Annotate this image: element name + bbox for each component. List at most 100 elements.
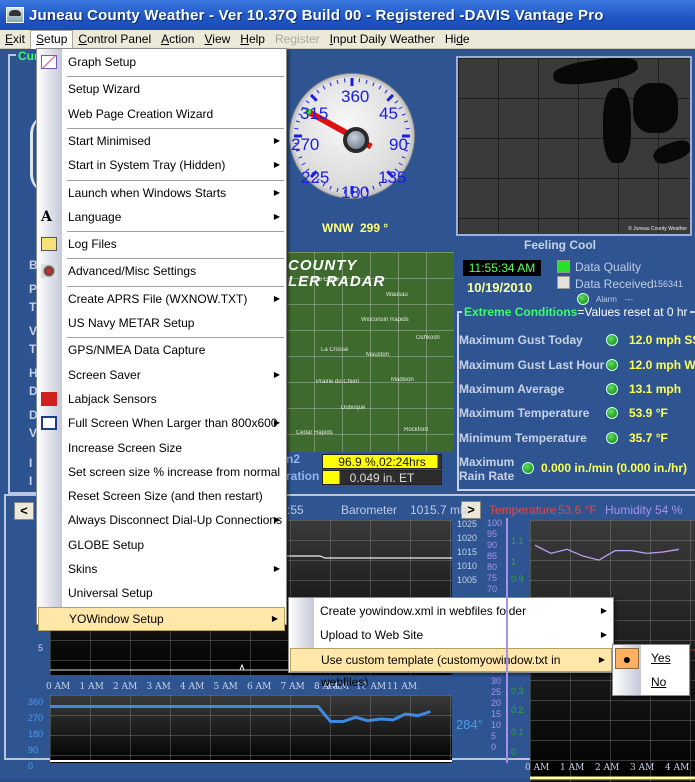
setup-menu-item-start-minimised[interactable]: Start Minimised ▶ bbox=[37, 130, 286, 154]
data-received-label: Data Received bbox=[575, 277, 654, 291]
x-axis-label: 3 AM bbox=[630, 763, 655, 773]
current-row-label: P bbox=[29, 282, 38, 296]
x-axis-label: 2 AM bbox=[595, 763, 620, 773]
bar-label-2: ration bbox=[286, 469, 320, 483]
compass-label: 45 bbox=[379, 104, 398, 123]
satellite-map[interactable]: © Juneau County Weather bbox=[456, 56, 692, 236]
menu-separator bbox=[67, 337, 284, 339]
menu-hide[interactable]: Hide bbox=[440, 30, 475, 49]
x-axis-label: 6 AM bbox=[247, 682, 272, 692]
graph-time: :55 bbox=[287, 503, 304, 517]
lake-huron bbox=[633, 83, 678, 133]
setup-menu-item-advanced-misc-settings[interactable]: Advanced/Misc Settings bbox=[37, 260, 286, 284]
temperature-tick: 85 bbox=[487, 551, 498, 561]
data-quality-indicator bbox=[557, 260, 570, 273]
setup-menu-item-reset-screen-size-and-then-restart[interactable]: Reset Screen Size (and then restart) bbox=[37, 485, 286, 509]
wind-degrees: 299 ° bbox=[360, 221, 389, 235]
window-icon bbox=[41, 416, 57, 431]
setup-menu-item-setup-wizard[interactable]: Setup Wizard bbox=[37, 78, 286, 102]
submenu-arrow-icon: ▶ bbox=[273, 564, 280, 573]
extreme-row-label: Maximum Rain Rate bbox=[459, 455, 515, 483]
setup-menu-item-screen-saver[interactable]: Screen Saver ▶ bbox=[37, 364, 286, 388]
current-row-label: I bbox=[29, 474, 33, 488]
temperature-tick: 10 bbox=[491, 720, 502, 730]
temperature-tick: 100 bbox=[487, 518, 503, 528]
rain-tick: 1 bbox=[511, 557, 517, 567]
setup-menu-item-launch-when-windows-starts[interactable]: Launch when Windows Starts ▶ bbox=[37, 182, 286, 206]
et-bar: 0.049 in. ET bbox=[322, 470, 442, 485]
setup-menu-item-us-navy-metar-setup[interactable]: US Navy METAR Setup bbox=[37, 312, 286, 336]
setup-menu-item-graph-setup[interactable]: Graph Setup bbox=[37, 51, 286, 75]
extreme-row-label: Maximum Average bbox=[459, 382, 565, 396]
setup-menu-item-start-in-system-tray-hidden[interactable]: Start in System Tray (Hidden) ▶ bbox=[37, 154, 286, 178]
temperature-value: 53.6 °F bbox=[558, 503, 597, 517]
setup-menu-item-always-disconnect-dial-up-connections[interactable]: Always Disconnect Dial-Up Connections ▶ bbox=[37, 509, 286, 533]
wind-direction-plot bbox=[50, 695, 452, 763]
lake-michigan bbox=[603, 88, 631, 163]
rain-tick: 0.1 bbox=[511, 727, 524, 737]
radar-city-label: Cedar Rapids bbox=[296, 430, 333, 436]
rain-tick: 0.9 bbox=[511, 574, 524, 584]
extreme-row-label: Maximum Temperature bbox=[459, 406, 590, 420]
menu-control-panel[interactable]: Control Panel bbox=[73, 30, 156, 49]
menu-input-daily-weather[interactable]: Input Daily Weather bbox=[325, 30, 440, 49]
submenu-arrow-icon: ▶ bbox=[273, 135, 280, 145]
setup-menu-item-language[interactable]: A Language ▶ bbox=[37, 206, 286, 230]
x-axis-label: 0 AM bbox=[46, 682, 71, 692]
extreme-row-value: 0.000 in./min (0.000 in./hr) bbox=[541, 461, 688, 475]
yowindow-menu-item[interactable]: Upload to Web Site ▶ bbox=[289, 624, 613, 648]
setup-menu-item-create-aprs-file-wxnow-txt[interactable]: Create APRS File (WXNOW.TXT) ▶ bbox=[37, 288, 286, 312]
setup-menu: Graph Setup Setup Wizard Web Page Creation… bbox=[36, 48, 287, 631]
yowindow-menu-item[interactable]: Use custom template (customyowindow.txt … bbox=[290, 648, 612, 689]
temperature-tick: 0 bbox=[491, 742, 497, 752]
alarm-label: Alarm bbox=[596, 295, 617, 304]
x-axis-label: 7 AM bbox=[280, 682, 305, 692]
setup-menu-item-labjack-sensors[interactable]: Labjack Sensors bbox=[37, 388, 286, 412]
setup-menu-item-gps-nmea-data-capture[interactable]: GPS/NMEA Data Capture bbox=[37, 339, 286, 363]
temperature-tick: 20 bbox=[491, 698, 502, 708]
menu-bar: Exit Setup Control Panel Action View Help Regi… bbox=[0, 29, 695, 49]
template-option-no[interactable]: No bbox=[613, 671, 689, 695]
setup-menu-item-full-screen-when-larger-than-800x600[interactable]: Full Screen When Larger than 800x600 ▶ bbox=[37, 412, 286, 436]
alarm-led-icon[interactable] bbox=[577, 293, 589, 305]
sunshine-et-bars: n2 ration 96.9 %,02:24hrs 0.049 in. ET bbox=[286, 452, 454, 488]
setup-menu-item-web-page-creation-wizard[interactable]: Web Page Creation Wizard bbox=[37, 103, 286, 127]
graph-prev-button[interactable]: < bbox=[14, 502, 34, 520]
setup-menu-item-log-files[interactable]: Log Files bbox=[37, 233, 286, 257]
menu-view[interactable]: View bbox=[199, 30, 235, 49]
menu-separator bbox=[67, 258, 284, 260]
yowindow-menu-item[interactable]: Create yowindow.xml in webfiles folder ▶ bbox=[289, 600, 613, 624]
temperature-tick: 80 bbox=[487, 562, 498, 572]
template-option-yes[interactable]: ● Yes bbox=[613, 647, 689, 671]
labjack-icon bbox=[41, 391, 57, 406]
menu-register[interactable]: Register bbox=[270, 30, 325, 49]
setup-menu-item-globe-setup[interactable]: GLOBE Setup bbox=[37, 534, 286, 558]
current-row-label: B bbox=[29, 258, 38, 272]
submenu-arrow-icon: ▶ bbox=[273, 418, 280, 428]
setup-menu-item-increase-screen-size[interactable]: Increase Screen Size bbox=[37, 437, 286, 461]
extreme-led-icon bbox=[606, 407, 618, 419]
temperature-tick: 30 bbox=[491, 676, 502, 686]
menu-action[interactable]: Action bbox=[156, 30, 199, 49]
temperature-tick: 25 bbox=[491, 687, 502, 697]
extreme-led-icon bbox=[606, 383, 618, 395]
extreme-led-icon bbox=[606, 432, 618, 444]
radar-city-label: Mauston bbox=[366, 352, 390, 358]
barometer-tick: 1015 bbox=[457, 547, 478, 557]
humidity-label: Humidity bbox=[605, 503, 652, 517]
setup-menu-item-yowindow-setup[interactable]: YOWindow Setup ▶ bbox=[38, 606, 285, 631]
setup-menu-item-set-screen-size-increase-from-normal[interactable]: Set screen size % increase from normal bbox=[37, 461, 286, 485]
menu-help[interactable]: Help bbox=[235, 30, 270, 49]
extreme-led-icon bbox=[522, 462, 534, 474]
current-row-label: V bbox=[29, 324, 38, 338]
menu-setup[interactable]: Setup bbox=[30, 29, 74, 49]
current-row-label: D bbox=[29, 384, 38, 398]
setup-menu-item-universal-setup[interactable]: Universal Setup bbox=[37, 582, 286, 606]
compass-label: 90 bbox=[389, 135, 408, 154]
menu-exit[interactable]: Exit bbox=[0, 30, 30, 49]
radar-image[interactable]: COUNTY LER RADAR Eau Claire Wausau Wisconsi… bbox=[286, 252, 454, 452]
weather-app-icon[interactable] bbox=[6, 7, 24, 23]
setup-menu-item-skins[interactable]: Skins ▶ bbox=[37, 558, 286, 582]
barometer-tick: 1010 bbox=[457, 561, 478, 571]
x-axis-label: 1 AM bbox=[560, 763, 585, 773]
